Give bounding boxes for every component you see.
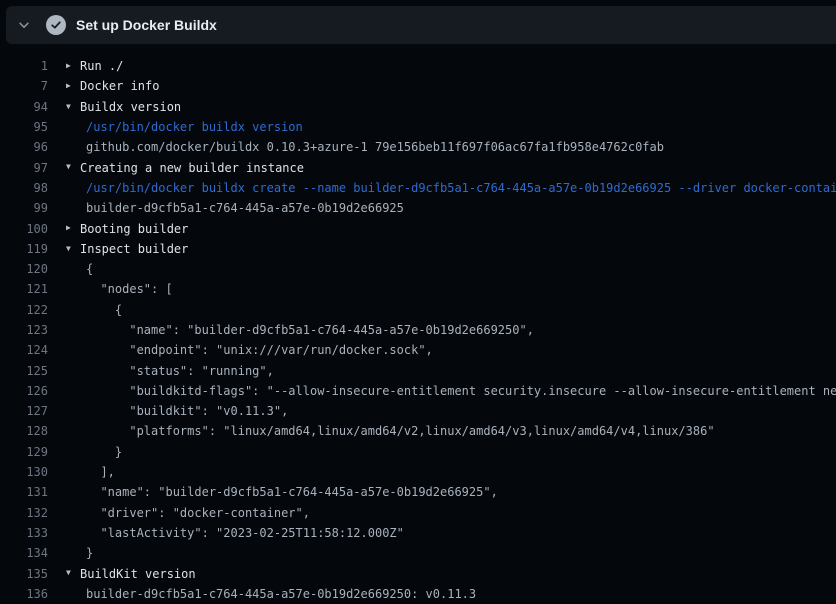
group-collapsed-icon[interactable]: ▶ xyxy=(66,56,80,76)
line-number[interactable]: 121 xyxy=(0,282,48,296)
output-line: ], xyxy=(86,465,115,479)
log-line: 124 "endpoint": "unix:///var/run/docker.… xyxy=(0,340,836,360)
line-number[interactable]: 134 xyxy=(0,546,48,560)
line-number[interactable]: 132 xyxy=(0,506,48,520)
log-line: 121 "nodes": [ xyxy=(0,279,836,299)
output-line: "status": "running", xyxy=(86,364,274,378)
line-number[interactable]: 128 xyxy=(0,424,48,438)
log-line: 128 "platforms": "linux/amd64,linux/amd6… xyxy=(0,421,836,441)
group-expanded-icon[interactable]: ▼ xyxy=(66,97,80,117)
log-line: 96 github.com/docker/buildx 0.10.3+azure-… xyxy=(0,137,836,157)
group-title[interactable]: Docker info xyxy=(80,79,159,93)
log-line: 131 "name": "builder-d9cfb5a1-c764-445a-… xyxy=(0,482,836,502)
line-number[interactable]: 130 xyxy=(0,465,48,479)
line-number[interactable]: 124 xyxy=(0,343,48,357)
step-title: Set up Docker Buildx xyxy=(76,17,217,33)
line-number[interactable]: 97 xyxy=(0,161,48,175)
line-number[interactable]: 94 xyxy=(0,100,48,114)
group-title[interactable]: BuildKit version xyxy=(80,567,196,581)
group-collapsed-icon[interactable]: ▶ xyxy=(66,76,80,96)
log-line: 97 ▼Creating a new builder instance xyxy=(0,157,836,177)
output-line: } xyxy=(86,445,122,459)
log-line: 119 ▼Inspect builder xyxy=(0,239,836,259)
log-line: 123 "name": "builder-d9cfb5a1-c764-445a-… xyxy=(0,320,836,340)
log-line: 95/usr/bin/docker buildx version xyxy=(0,117,836,137)
group-title[interactable]: Inspect builder xyxy=(80,242,188,256)
line-number[interactable]: 136 xyxy=(0,587,48,601)
group-title[interactable]: Buildx version xyxy=(80,100,181,114)
group-expanded-icon[interactable]: ▼ xyxy=(66,563,80,583)
log-line: 129 } xyxy=(0,442,836,462)
log-line: 99 builder-d9cfb5a1-c764-445a-a57e-0b19d2… xyxy=(0,198,836,218)
line-number[interactable]: 135 xyxy=(0,567,48,581)
group-title[interactable]: Booting builder xyxy=(80,222,188,236)
line-number[interactable]: 126 xyxy=(0,384,48,398)
output-line: } xyxy=(86,546,93,560)
group-title[interactable]: Creating a new builder instance xyxy=(80,161,304,175)
check-circle-icon xyxy=(46,15,66,35)
output-line: "endpoint": "unix:///var/run/docker.sock… xyxy=(86,343,433,357)
line-number[interactable]: 122 xyxy=(0,303,48,317)
output-line: "buildkitd-flags": "--allow-insecure-ent… xyxy=(86,384,836,398)
log-line: 130 ], xyxy=(0,462,836,482)
log-line: 126 "buildkitd-flags": "--allow-insecure… xyxy=(0,381,836,401)
line-number[interactable]: 127 xyxy=(0,404,48,418)
log-line: 135 ▼BuildKit version xyxy=(0,563,836,583)
command-line: /usr/bin/docker buildx version xyxy=(86,120,303,134)
line-number[interactable]: 98 xyxy=(0,181,48,195)
line-number[interactable]: 133 xyxy=(0,526,48,540)
line-number[interactable]: 129 xyxy=(0,445,48,459)
line-number[interactable]: 123 xyxy=(0,323,48,337)
line-number[interactable]: 99 xyxy=(0,201,48,215)
group-expanded-icon[interactable]: ▼ xyxy=(66,157,80,177)
group-expanded-icon[interactable]: ▼ xyxy=(66,239,80,259)
line-number[interactable]: 1 xyxy=(0,59,48,73)
output-line: { xyxy=(86,303,122,317)
log-line: 94 ▼Buildx version xyxy=(0,97,836,117)
check-glyph xyxy=(50,19,62,31)
group-title[interactable]: Run ./ xyxy=(80,59,123,73)
log-line: 1 ▶Run ./ xyxy=(0,56,836,76)
line-number[interactable]: 120 xyxy=(0,262,48,276)
output-line: github.com/docker/buildx 0.10.3+azure-1 … xyxy=(86,140,664,154)
line-number[interactable]: 131 xyxy=(0,485,48,499)
output-line: "name": "builder-d9cfb5a1-c764-445a-a57e… xyxy=(86,485,498,499)
command-line: /usr/bin/docker buildx create --name bui… xyxy=(86,181,836,195)
line-number[interactable]: 96 xyxy=(0,140,48,154)
log-line: 100 ▶Booting builder xyxy=(0,218,836,238)
log-line: 127 "buildkit": "v0.11.3", xyxy=(0,401,836,421)
line-number[interactable]: 119 xyxy=(0,242,48,256)
line-number[interactable]: 100 xyxy=(0,222,48,236)
log-line: 132 "driver": "docker-container", xyxy=(0,503,836,523)
output-line: builder-d9cfb5a1-c764-445a-a57e-0b19d2e6… xyxy=(86,587,476,601)
output-line: "lastActivity": "2023-02-25T11:58:12.000… xyxy=(86,526,404,540)
output-line: "name": "builder-d9cfb5a1-c764-445a-a57e… xyxy=(86,323,534,337)
log-line: 122 { xyxy=(0,300,836,320)
line-number[interactable]: 95 xyxy=(0,120,48,134)
output-line: "driver": "docker-container", xyxy=(86,506,310,520)
output-line: "platforms": "linux/amd64,linux/amd64/v2… xyxy=(86,424,715,438)
output-line: builder-d9cfb5a1-c764-445a-a57e-0b19d2e6… xyxy=(86,201,404,215)
output-line: { xyxy=(86,262,93,276)
log-line: 125 "status": "running", xyxy=(0,360,836,380)
log-line: 136 builder-d9cfb5a1-c764-445a-a57e-0b19d… xyxy=(0,584,836,604)
log-line: 98/usr/bin/docker buildx create --name b… xyxy=(0,178,836,198)
line-number[interactable]: 7 xyxy=(0,79,48,93)
log-line: 133 "lastActivity": "2023-02-25T11:58:12… xyxy=(0,523,836,543)
output-line: "buildkit": "v0.11.3", xyxy=(86,404,288,418)
chevron-down-glyph xyxy=(17,18,31,32)
line-number[interactable]: 125 xyxy=(0,364,48,378)
log-area: 1▶Run ./7▶Docker info94▼Buildx version95… xyxy=(0,44,836,604)
step-header[interactable]: Set up Docker Buildx xyxy=(6,6,836,44)
group-collapsed-icon[interactable]: ▶ xyxy=(66,218,80,238)
log-line: 134} xyxy=(0,543,836,563)
output-line: "nodes": [ xyxy=(86,282,173,296)
log-line: 7 ▶Docker info xyxy=(0,76,836,96)
log-line: 120 { xyxy=(0,259,836,279)
chevron-down-icon[interactable] xyxy=(16,17,32,33)
